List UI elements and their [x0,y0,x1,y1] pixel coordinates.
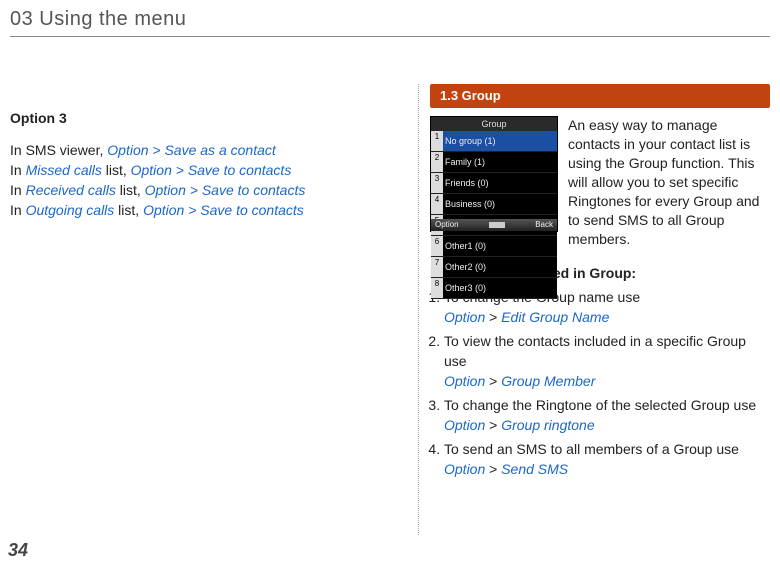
phone-row: 1 No group (1) [431,131,557,152]
phone-row: 4 Business (0) [431,194,557,215]
phone-row: 3 Friends (0) [431,173,557,194]
list-name: Outgoing calls [26,202,115,218]
title-divider [10,36,770,37]
menu-path: Option > Save as a contact [107,142,276,158]
phone-footer-left: Option [435,215,459,235]
group-intro-text: An easy way to manage contacts in your c… [568,116,770,249]
text: In [10,162,26,178]
section-header-group: 1.3 Group [430,84,770,108]
phone-rows: 1 No group (1) 2 Family (1) 3 Friends (0… [431,131,557,219]
menu-sep: > [485,373,501,389]
phone-row-icon: 3 [431,173,443,193]
menu-path: Option > Save to contacts [143,202,304,218]
phone-row-label: Family (1) [445,152,485,172]
list-name: Received calls [26,182,116,198]
option3-heading: Option 3 [10,108,410,128]
phone-row-icon: 1 [431,131,443,151]
text: In SMS viewer, [10,142,107,158]
text: In [10,202,26,218]
function-item: To change the Ringtone of the selected G… [444,395,770,435]
column-divider [418,84,419,535]
page-number: 34 [8,540,28,561]
function-text: To view the contacts included in a speci… [444,333,746,369]
phone-footer: Option Back [431,219,557,231]
function-text: To send an SMS to all members of a Group… [444,441,739,457]
text: In [10,182,26,198]
phone-row-icon: 4 [431,194,443,214]
phone-screenshot: Group 1 No group (1) 2 Family (1) 3 Frie… [430,116,558,232]
option3-line-2: In Missed calls list, Option > Save to c… [10,160,410,180]
menu-path: Option > Save to contacts [145,182,306,198]
phone-footer-mid-icon [489,222,505,228]
phone-row: 7 Other2 (0) [431,257,557,278]
option3-line-3: In Received calls list, Option > Save to… [10,180,410,200]
text: list, [114,202,143,218]
page: 03 Using the menu Option 3 In SMS viewer… [0,0,780,569]
menu-action: Edit Group Name [501,309,609,325]
option3-line-4: In Outgoing calls list, Option > Save to… [10,200,410,220]
left-column: Option 3 In SMS viewer, Option > Save as… [10,108,410,220]
menu-option: Option [444,373,485,389]
right-column: 1.3 Group Group 1 No group (1) 2 Family … [430,84,770,483]
menu-option: Option [444,461,485,477]
menu-option: Option [444,309,485,325]
group-intro-row: Group 1 No group (1) 2 Family (1) 3 Frie… [430,116,770,249]
menu-action: Group ringtone [501,417,594,433]
text: list, [102,162,131,178]
phone-row: 6 Other1 (0) [431,236,557,257]
phone-row: 2 Family (1) [431,152,557,173]
phone-row-icon: 8 [431,278,443,298]
phone-row-icon: 7 [431,257,443,277]
phone-row-label: Other2 (0) [445,257,486,277]
phone-row: 8 Other3 (0) [431,278,557,299]
phone-row-label: No group (1) [445,131,496,151]
phone-footer-right: Back [535,215,553,235]
menu-sep: > [485,417,501,433]
functions-list: To change the Group name use Option > Ed… [430,287,770,479]
function-text: To change the Ringtone of the selected G… [444,397,756,413]
menu-option: Option [444,417,485,433]
phone-row-label: Other3 (0) [445,278,486,298]
text: list, [116,182,145,198]
list-name: Missed calls [26,162,102,178]
phone-row-icon: 2 [431,152,443,172]
phone-row-label: Business (0) [445,194,495,214]
menu-action: Send SMS [501,461,568,477]
phone-row-label: Friends (0) [445,173,489,193]
phone-row-label: Other1 (0) [445,236,486,256]
function-item: To view the contacts included in a speci… [444,331,770,391]
menu-sep: > [485,309,501,325]
function-item: To send an SMS to all members of a Group… [444,439,770,479]
phone-header: Group [431,117,557,131]
menu-sep: > [485,461,501,477]
phone-row-icon: 6 [431,236,443,256]
option3-line-1: In SMS viewer, Option > Save as a contac… [10,140,410,160]
menu-action: Group Member [501,373,595,389]
menu-path: Option > Save to contacts [131,162,292,178]
page-title: 03 Using the menu [10,8,186,31]
